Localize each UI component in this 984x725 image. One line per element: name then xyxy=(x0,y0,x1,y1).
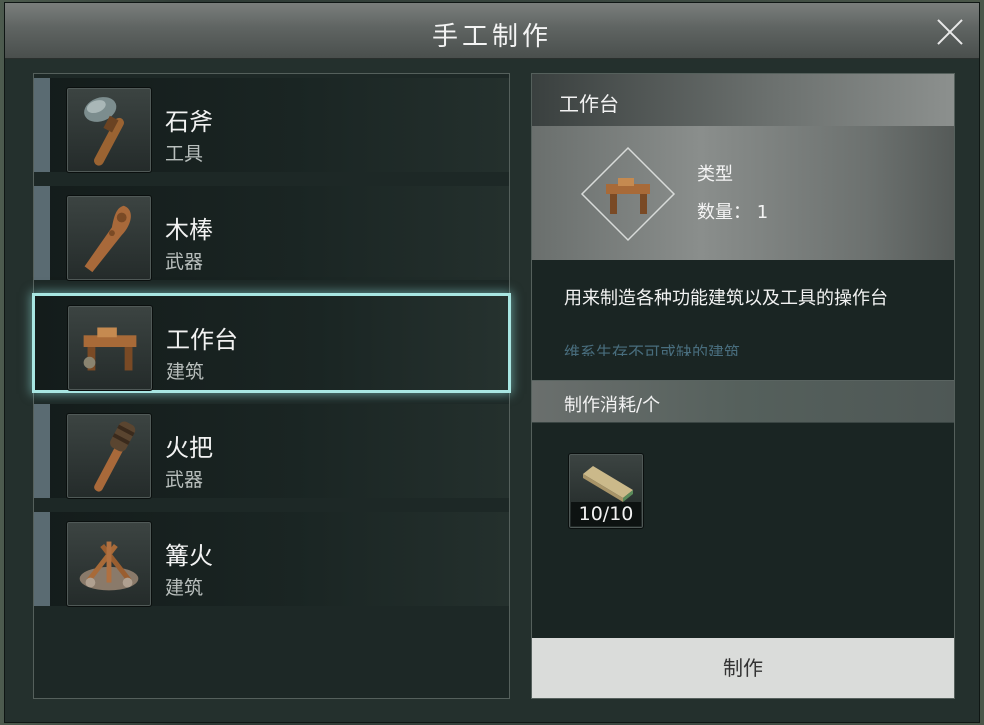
item-category: 工具 xyxy=(165,143,204,165)
item-name: 工作台 xyxy=(166,326,238,354)
item-stripe xyxy=(34,78,50,172)
workbench-preview-icon xyxy=(580,146,676,242)
workbench-icon xyxy=(67,305,153,391)
item-stripe xyxy=(34,512,50,606)
torch-icon xyxy=(66,413,152,499)
item-name: 木棒 xyxy=(165,216,213,244)
detail-panel: 工作台 类型 数量： 1 用来制造各种功能建筑以及工具的操作台 维系生存不可或缺… xyxy=(531,73,955,699)
list-item-campfire[interactable]: 篝火 建筑 xyxy=(34,512,509,607)
detail-title: 工作台 xyxy=(559,92,619,116)
item-type-label: 类型 xyxy=(697,164,733,185)
cost-header: 制作消耗/个 xyxy=(532,380,954,422)
detail-info: 类型 数量： 1 xyxy=(532,126,954,260)
item-name: 石斧 xyxy=(165,108,213,136)
cost-count: 10/10 xyxy=(571,502,641,526)
item-category: 建筑 xyxy=(165,577,204,599)
stone-axe-icon xyxy=(66,87,152,173)
cost-area: 10/10 xyxy=(532,422,954,638)
item-quantity: 数量： 1 xyxy=(697,202,769,223)
item-category: 武器 xyxy=(165,469,204,491)
window-title: 手工制作 xyxy=(431,22,552,52)
item-stripe xyxy=(34,404,50,498)
cost-item-wood[interactable]: 10/10 xyxy=(568,453,644,529)
crafting-window: 手工制作 石斧 工具 木棒 武器 工作台 建筑 火把 武器 篝火 建筑 工作台 … xyxy=(4,2,980,723)
item-name: 火把 xyxy=(165,434,213,462)
list-item-stone-axe[interactable]: 石斧 工具 xyxy=(34,78,509,173)
close-icon[interactable] xyxy=(935,17,965,47)
title-bar: 手工制作 xyxy=(5,3,979,59)
item-stripe xyxy=(34,186,50,280)
item-category: 武器 xyxy=(165,251,204,273)
item-description: 用来制造各种功能建筑以及工具的操作台 xyxy=(564,288,888,309)
detail-header: 工作台 xyxy=(532,74,954,126)
craft-button[interactable]: 制作 xyxy=(532,638,954,698)
list-item-workbench[interactable]: 工作台 建筑 xyxy=(32,293,511,393)
item-category: 建筑 xyxy=(166,361,205,383)
wooden-club-icon xyxy=(66,195,152,281)
item-name: 篝火 xyxy=(165,542,213,570)
list-item-torch[interactable]: 火把 武器 xyxy=(34,404,509,499)
cost-header-label: 制作消耗/个 xyxy=(564,395,661,416)
list-item-wooden-club[interactable]: 木棒 武器 xyxy=(34,186,509,281)
item-description-overflow: 维系生存不可或缺的建筑 xyxy=(564,343,741,356)
campfire-icon xyxy=(66,521,152,607)
recipe-list: 石斧 工具 木棒 武器 工作台 建筑 火把 武器 篝火 建筑 xyxy=(32,73,511,699)
wood-plank-icon xyxy=(583,466,633,502)
